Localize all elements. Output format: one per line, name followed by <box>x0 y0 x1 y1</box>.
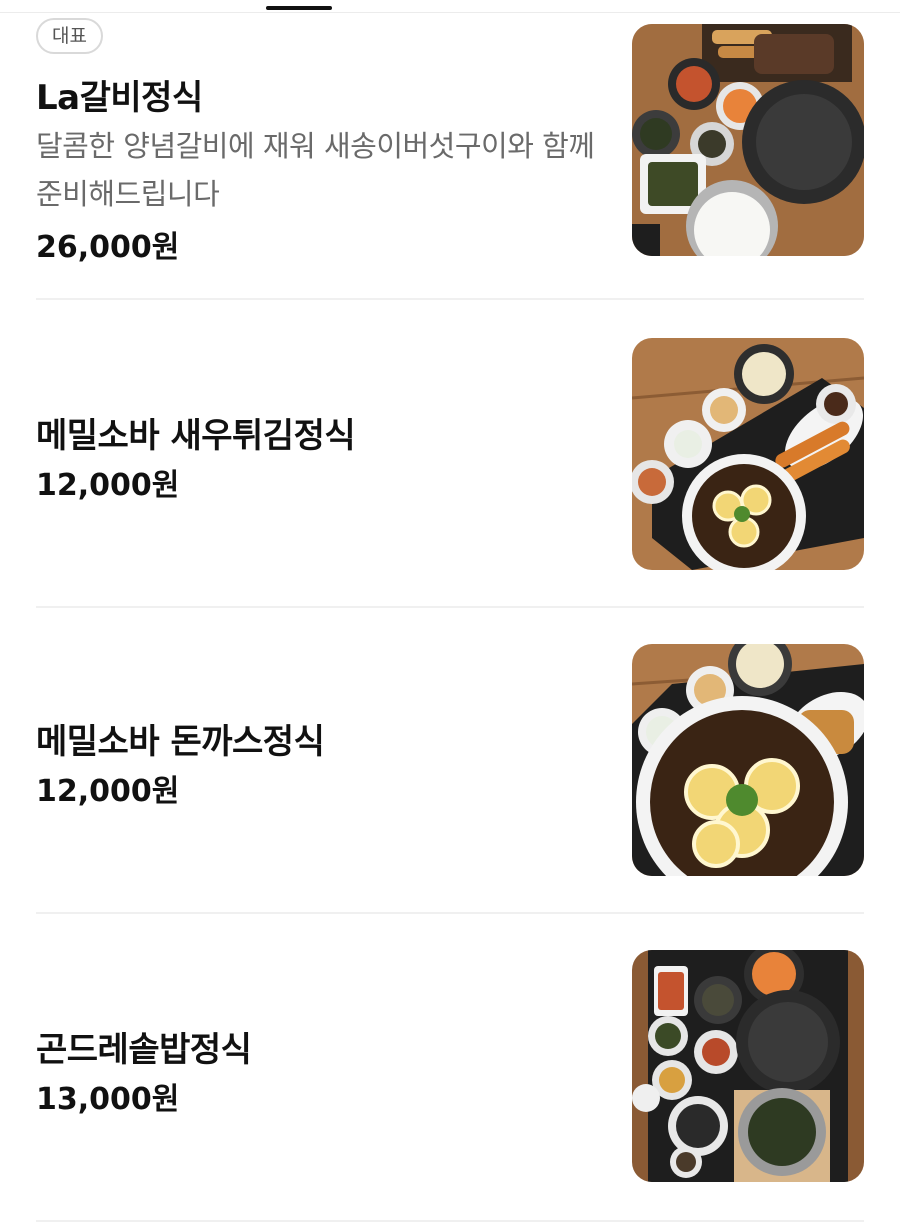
gondre-pot-rice-set-photo[interactable] <box>632 950 864 1182</box>
soba-shrimp-tempura-set-photo[interactable] <box>632 338 864 570</box>
menu-item-soba-shrimp[interactable]: 메밀소바 새우튀김정식 12,000원 <box>36 338 864 570</box>
la-galbi-set-photo[interactable] <box>632 24 864 256</box>
menu-item-price: 26,000원 <box>36 230 180 265</box>
top-bar <box>0 0 900 13</box>
divider <box>36 606 864 608</box>
menu-item-name: 메밀소바 새우튀김정식 <box>36 416 356 456</box>
scroll-indicator <box>266 6 332 10</box>
menu-item-soba-pork-cutlet[interactable]: 메밀소바 돈까스정식 12,000원 <box>36 644 864 876</box>
soba-pork-cutlet-set-photo[interactable] <box>632 644 864 876</box>
menu-item-name: La갈비정식 <box>36 78 203 118</box>
menu-item-gondre-pot-rice[interactable]: 곤드레솥밥정식 13,000원 <box>36 950 864 1182</box>
menu-item-price: 13,000원 <box>36 1082 180 1117</box>
menu-item-name: 곤드레솥밥정식 <box>36 1030 252 1070</box>
menu-item-price: 12,000원 <box>36 774 180 809</box>
menu-item-description: 달콤한 양념갈비에 재워 새송이버섯구이와 함께 준비해드립니다 <box>36 129 595 211</box>
divider <box>36 1220 864 1222</box>
signature-badge: 대표 <box>36 18 103 54</box>
menu-item-price: 12,000원 <box>36 468 180 503</box>
menu-item-name: 메밀소바 돈까스정식 <box>36 722 325 762</box>
menu-item-la-galbi[interactable]: 대표 La갈비정식 달콤한 양념갈비에 재워 새송이버섯구이와 함께 준비해드립… <box>36 18 864 265</box>
divider <box>36 912 864 914</box>
divider <box>36 298 864 300</box>
